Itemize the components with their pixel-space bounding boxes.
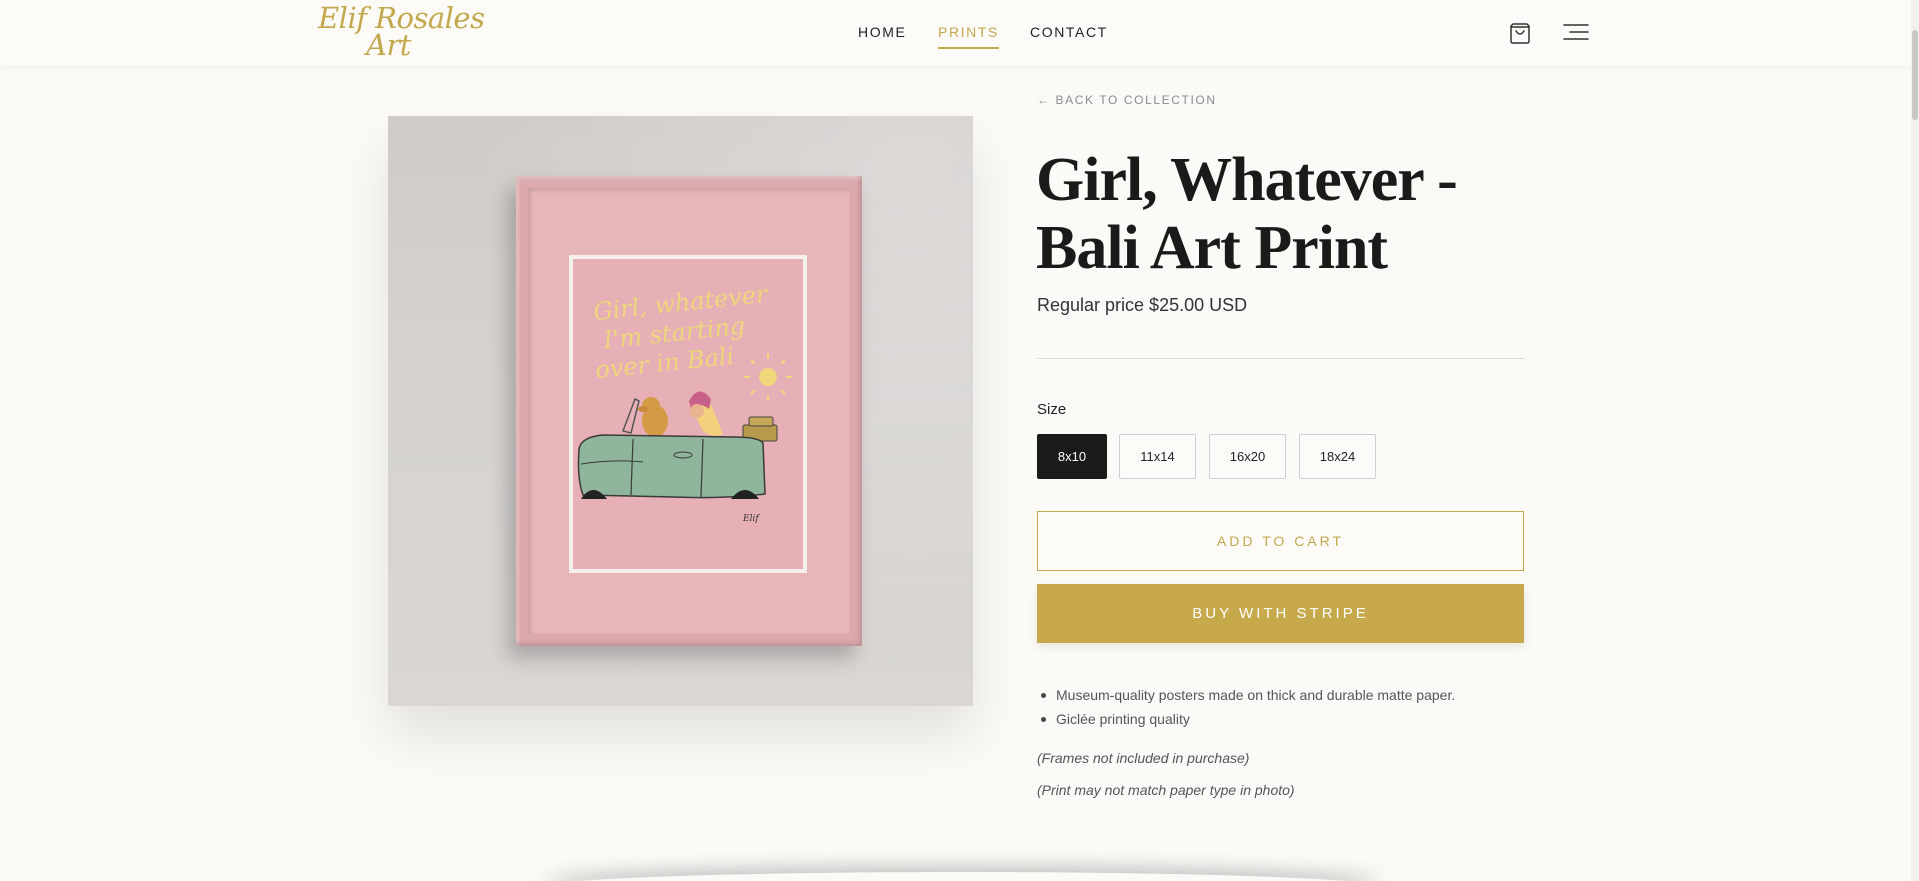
buy-with-stripe-button[interactable]: BUY WITH STRIPE [1037, 584, 1524, 643]
feature-list: Museum-quality posters made on thick and… [1040, 685, 1455, 733]
size-option-11x14[interactable]: 11x14 [1119, 434, 1196, 479]
frame-note: (Frames not included in purchase) [1037, 750, 1250, 766]
cart-icon[interactable] [1508, 21, 1532, 45]
artwork-illustration: Girl, whatever I'm starting over in Bali [573, 259, 803, 569]
art-print: Girl, whatever I'm starting over in Bali [569, 255, 807, 573]
picture-frame: Girl, whatever I'm starting over in Bali [516, 176, 862, 646]
size-option-16x20[interactable]: 16x20 [1209, 434, 1286, 479]
nav-prints[interactable]: PRINTS [938, 24, 999, 49]
divider [1037, 358, 1524, 359]
size-option-8x10[interactable]: 8x10 [1037, 434, 1107, 479]
back-to-collection-link[interactable]: ← BACK TO COLLECTION [1037, 93, 1217, 107]
paper-note: (Print may not match paper type in photo… [1037, 782, 1295, 798]
sun-icon [744, 353, 792, 401]
car-illustration: Elif [577, 353, 792, 524]
scrollbar-track[interactable] [1911, 0, 1919, 881]
nav-home[interactable]: HOME [858, 24, 906, 40]
size-label: Size [1037, 401, 1067, 418]
menu-icon[interactable] [1563, 23, 1589, 43]
nav-prints-label: PRINTS [938, 24, 999, 40]
brand-logo[interactable]: Elif Rosales Art [316, 0, 485, 62]
active-underline [938, 47, 999, 49]
logo-text-line2: Art [366, 28, 411, 62]
feature-item: Giclée printing quality [1040, 709, 1455, 733]
add-to-cart-button[interactable]: ADD TO CART [1037, 511, 1524, 571]
product-image[interactable]: Girl, whatever I'm starting over in Bali [388, 116, 973, 706]
nav-contact[interactable]: CONTACT [1030, 24, 1108, 40]
product-price: Regular price $25.00 USD [1037, 295, 1248, 315]
product-title: Girl, Whatever - Bali Art Print [1036, 146, 1458, 282]
next-section-edge [545, 872, 1380, 881]
site-header: Elif Rosales Art HOME PRINTS CONTACT [0, 0, 1919, 66]
scrollbar-thumb[interactable] [1912, 30, 1918, 120]
feature-item: Museum-quality posters made on thick and… [1040, 685, 1455, 709]
size-option-18x24[interactable]: 18x24 [1299, 434, 1376, 479]
artist-signature: Elif [742, 514, 760, 524]
